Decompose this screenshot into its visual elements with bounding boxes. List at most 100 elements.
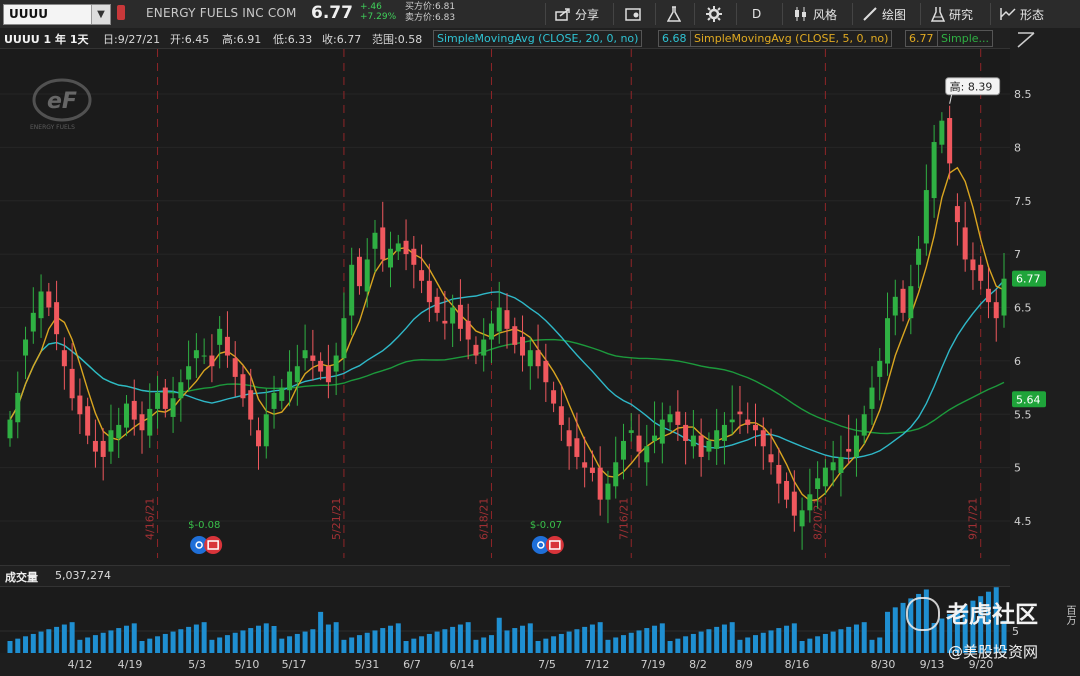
candle-body: [597, 467, 603, 500]
snapshot-button[interactable]: [625, 0, 643, 28]
flask-button[interactable]: [667, 0, 681, 28]
studies-button[interactable]: 研究: [931, 0, 973, 28]
candle-body: [962, 227, 968, 260]
volume-bar: [419, 636, 425, 653]
candle-body: [644, 446, 650, 463]
bid-ask: 买方价:6.81 卖方价:6.83: [405, 2, 455, 24]
volume-bar: [869, 639, 875, 653]
candle-body: [714, 430, 720, 449]
volume-bar: [256, 625, 261, 653]
candle-body: [947, 118, 953, 164]
volume-bar: [714, 626, 720, 653]
volume-bar: [636, 630, 642, 653]
chart-title[interactable]: UUUU 1 年 1天: [4, 31, 89, 47]
volume-header: 成交量 5,037,274: [0, 565, 1010, 587]
top-toolbar: UUUU ▼ ENERGY FUELS INC COM 6.77 +.46 +7…: [0, 0, 1080, 29]
sma50-label[interactable]: Simple...: [937, 30, 994, 47]
candle-body: [302, 350, 308, 359]
candle-body: [488, 323, 494, 340]
candle-body: [916, 248, 922, 265]
candle-body: [667, 414, 673, 423]
volume-bar: [46, 629, 52, 653]
volume-bar: [706, 629, 712, 653]
volume-bar: [846, 626, 852, 653]
candle-body: [100, 440, 106, 457]
volume-bar: [628, 632, 634, 653]
candle-body: [116, 424, 122, 439]
volume-bar: [644, 628, 650, 653]
beaker-icon: [931, 7, 945, 22]
volume-bar: [30, 633, 36, 653]
x-tick-label: 8/16: [785, 658, 810, 671]
candle-body: [256, 430, 261, 447]
volume-bar: [652, 625, 658, 653]
camera-icon: [625, 8, 641, 21]
candle-body: [248, 390, 254, 420]
candle-body: [54, 302, 60, 335]
volume-bar: [395, 623, 401, 653]
settings-button[interactable]: [706, 0, 722, 28]
candle-body: [846, 448, 852, 452]
studies-label: 研究: [949, 7, 974, 22]
volume-bar: [488, 635, 494, 653]
volume-bar: [364, 632, 370, 653]
volume-bar: [193, 624, 199, 653]
candle-body: [15, 392, 21, 423]
volume-bar: [892, 607, 898, 653]
volume-bar: [558, 633, 564, 653]
drawings-button[interactable]: 绘图: [862, 0, 906, 28]
candle-body: [512, 326, 518, 345]
candle-body: [388, 248, 394, 268]
volume-label[interactable]: 成交量: [5, 569, 38, 585]
style-button[interactable]: 风格: [793, 0, 837, 28]
volume-bar: [100, 632, 106, 653]
share-icon: [555, 8, 570, 21]
volume-bar: [791, 623, 797, 653]
x-tick-label: 4/12: [68, 658, 93, 671]
expand-icon[interactable]: [1016, 31, 1036, 49]
candle-body: [776, 464, 782, 484]
candle-body: [473, 344, 479, 356]
x-tick-label: 6/7: [403, 658, 421, 671]
flask-icon: [667, 6, 681, 22]
volume-bar: [698, 631, 704, 653]
price-axis-panel: [1010, 28, 1080, 676]
volume-bar: [92, 635, 98, 653]
volume-bar: [442, 629, 448, 653]
drawing-set-button[interactable]: D: [752, 0, 761, 28]
volume-bar: [690, 633, 696, 653]
volume-bar: [605, 639, 611, 653]
candle-body: [380, 227, 386, 260]
volume-bar: [784, 625, 790, 653]
x-tick-label: 7/5: [538, 658, 556, 671]
symbol-input[interactable]: UUUU: [9, 7, 48, 21]
patterns-button[interactable]: 形态: [1000, 0, 1044, 28]
candle-body: [799, 510, 805, 527]
candle-body: [481, 339, 487, 356]
candle-body: [613, 462, 619, 487]
candle-body: [341, 318, 347, 359]
candle-body: [558, 406, 564, 425]
share-button[interactable]: 分享: [555, 0, 599, 28]
high-callout-pointer: [949, 94, 953, 104]
volume-bar: [248, 628, 254, 653]
candle-body: [318, 360, 324, 372]
volume-bar: [551, 636, 557, 653]
candle-body: [403, 240, 409, 255]
candle-body: [92, 440, 98, 452]
volume-bar: [318, 611, 324, 653]
candle-body: [628, 430, 634, 433]
candle-body: [372, 232, 378, 249]
volume-bar: [15, 638, 21, 653]
candle-body: [892, 296, 898, 316]
dividend-icon: [545, 536, 564, 554]
symbol-selector[interactable]: UUUU ▼: [3, 4, 111, 25]
volume-bar: [589, 624, 595, 653]
candle-body: [690, 435, 696, 447]
sma20-label[interactable]: SimpleMovingAvg (CLOSE, 20, 0, no): [433, 30, 643, 47]
flag-icon[interactable]: [117, 5, 125, 20]
chevron-down-icon[interactable]: ▼: [91, 5, 110, 24]
sma5-label[interactable]: SimpleMovingAvg (CLOSE, 5, 0, no): [690, 30, 893, 47]
change-value: +.46: [360, 2, 382, 12]
candle-body: [224, 336, 230, 356]
